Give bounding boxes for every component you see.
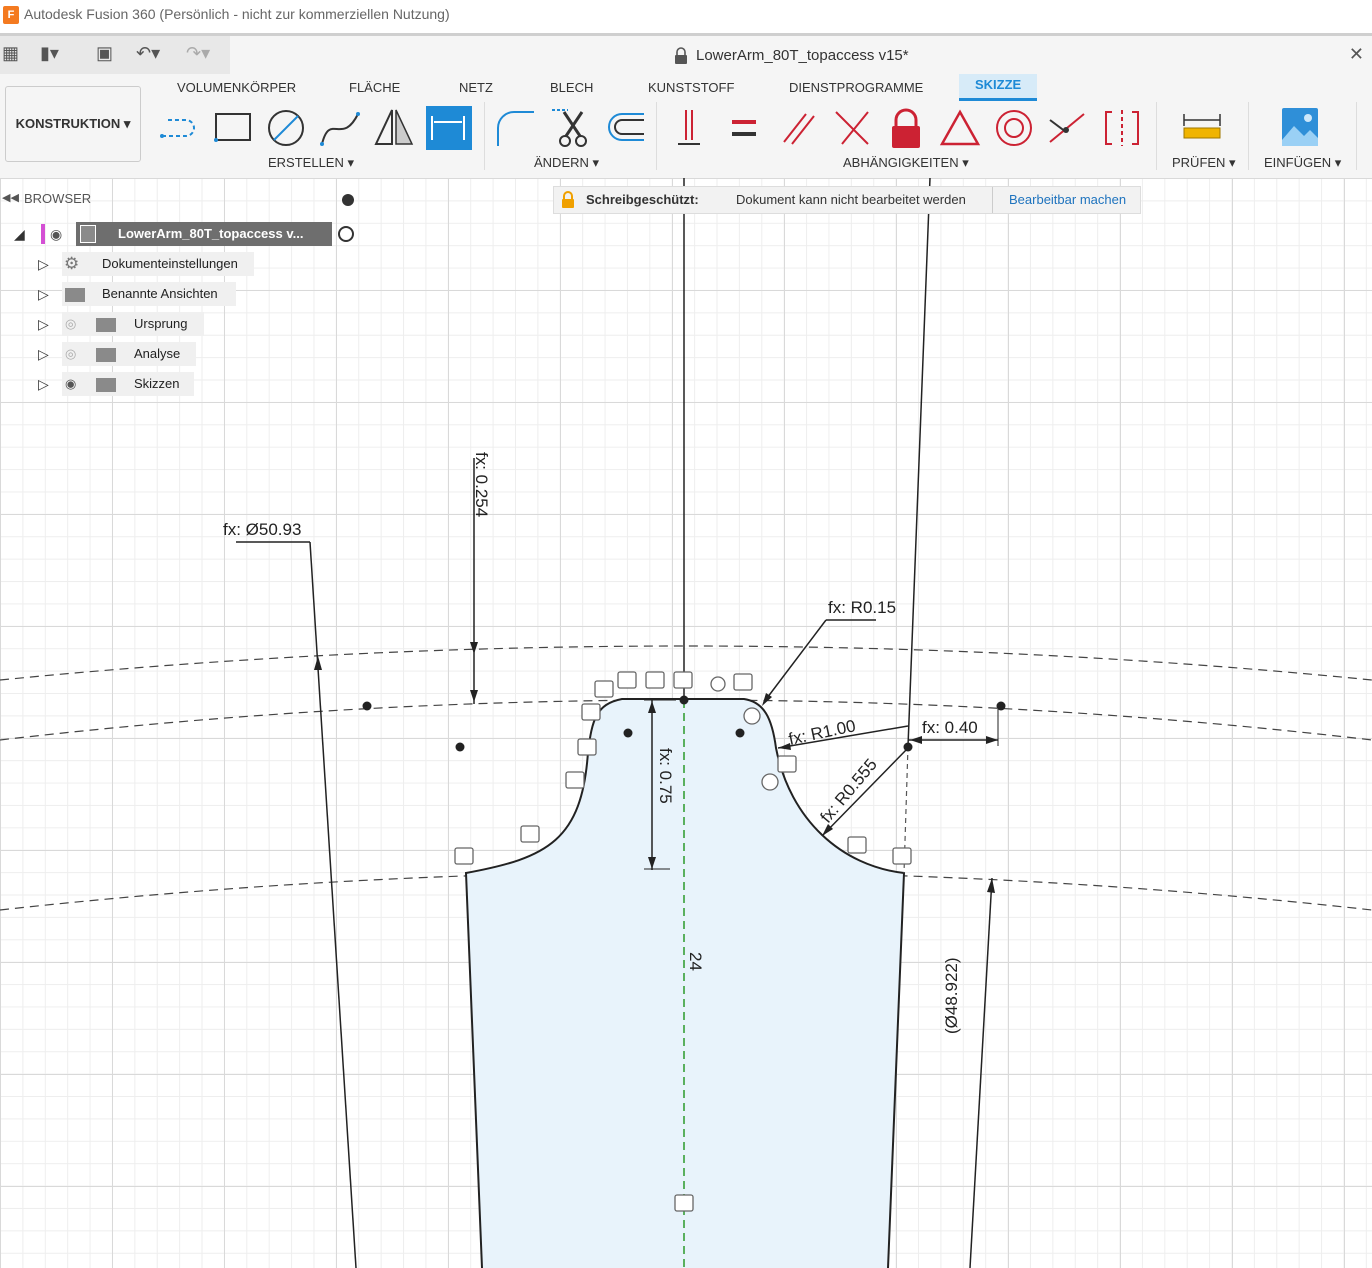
dimension-0254: fx: 0.254 [472, 452, 491, 517]
lock-icon [562, 191, 574, 208]
browser-item-skizzen[interactable]: ◉ Skizzen [62, 372, 194, 396]
expand-arrow-icon[interactable]: ▷ [38, 316, 49, 333]
browser-root-item[interactable]: LowerArm_80T_topaccess v... [76, 222, 332, 246]
profile-region [466, 699, 904, 1268]
eye-icon[interactable]: ◉ [65, 372, 76, 396]
folder-icon [96, 378, 116, 392]
diameter-leader-right [969, 877, 993, 1268]
browser-title: BROWSER [24, 191, 92, 206]
dimension-r015: fx: R0.15 [828, 598, 896, 617]
banner-divider [992, 187, 993, 213]
browser-item-benannte-ansichten[interactable]: Benannte Ansichten [62, 282, 236, 306]
gear-icon: ⚙ [64, 254, 80, 273]
component-icon [80, 225, 96, 243]
root-label: LowerArm_80T_topaccess v... [118, 226, 304, 241]
browser-panel-header: ◀◀ BROWSER [0, 186, 368, 212]
folder-icon [65, 288, 85, 302]
read-only-banner: Schreibgeschützt: Dokument kann nicht be… [553, 186, 1141, 214]
activate-radio-icon[interactable] [338, 226, 354, 242]
dimension-r0555: fx: R0.555 [817, 755, 881, 827]
expand-arrow-icon[interactable]: ▷ [38, 346, 49, 363]
sketch-point [455, 742, 465, 752]
browser-pin-icon[interactable] [342, 194, 354, 206]
expand-arrow-icon[interactable]: ▷ [38, 256, 49, 273]
dimension-diameter-5093: fx: Ø50.93 [223, 520, 301, 539]
sketch-point [996, 701, 1006, 711]
dimension-diameter-48922: (Ø48.922) [942, 957, 961, 1034]
browser-item-ursprung[interactable]: ◎ Ursprung [62, 312, 204, 336]
sketch-point [735, 728, 745, 738]
browser-item-dokumenteinstellungen[interactable]: ⚙ Dokumenteinstellungen [62, 252, 254, 276]
eye-hidden-icon[interactable]: ◎ [65, 342, 76, 366]
dimension-040: fx: 0.40 [922, 718, 978, 737]
sketch-point [679, 695, 689, 705]
folder-icon [96, 318, 116, 332]
browser-item-label: Skizzen [134, 376, 180, 391]
dimension-075: fx: 0.75 [656, 748, 675, 804]
sketch-point [903, 742, 913, 752]
make-editable-link[interactable]: Bearbeitbar machen [1009, 192, 1126, 207]
browser-item-analyse[interactable]: ◎ Analyse [62, 342, 196, 366]
dimension-24: 24 [686, 952, 705, 971]
browser-item-label: Dokumenteinstellungen [102, 256, 238, 271]
collapse-root-icon[interactable]: ◢ [14, 226, 25, 243]
banner-message: Dokument kann nicht bearbeitet werden [736, 192, 966, 207]
expand-arrow-icon[interactable]: ▷ [38, 286, 49, 303]
collapse-browser-icon[interactable]: ◀◀ [2, 191, 19, 204]
expand-arrow-icon[interactable]: ▷ [38, 376, 49, 393]
browser-item-label: Benannte Ansichten [102, 286, 218, 301]
diameter-leader-left [309, 541, 357, 1268]
browser-item-label: Ursprung [134, 316, 188, 331]
browser-item-label: Analyse [134, 346, 181, 361]
eye-hidden-icon[interactable]: ◎ [65, 312, 76, 336]
eye-icon[interactable]: ◉ [50, 226, 62, 243]
dimension-r100: fx: R1.00 [787, 716, 858, 749]
folder-icon [96, 348, 116, 362]
active-marker [41, 224, 45, 244]
sketch-point [362, 701, 372, 711]
sketch-point [623, 728, 633, 738]
radial-reference-line [907, 177, 931, 747]
banner-label: Schreibgeschützt: [586, 192, 699, 207]
